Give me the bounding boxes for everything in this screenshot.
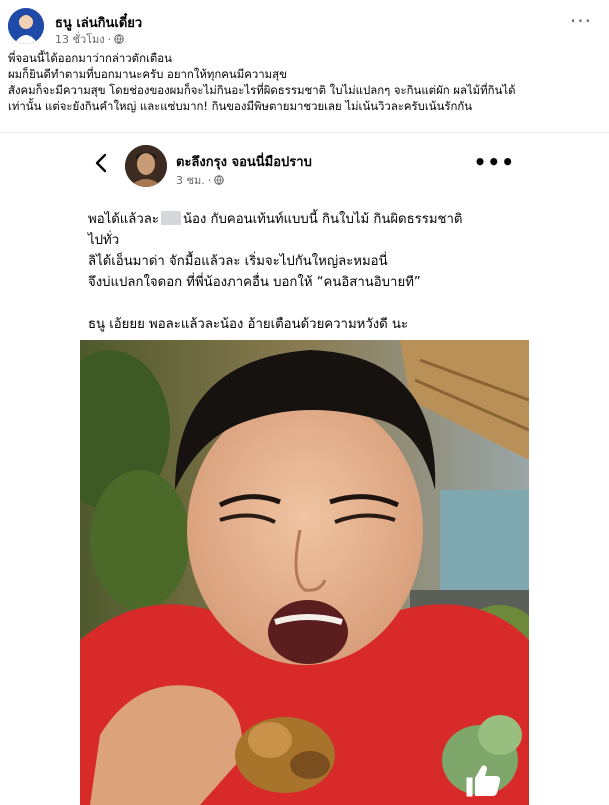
post-meta: 13 ชั่วโมง · — [55, 30, 124, 48]
caption-line: เท่านั้น แต่จะยังกินคำใหญ่ และแซ่บมาก! ก… — [8, 99, 473, 113]
shared-post-meta: 3 ชม. · — [176, 171, 225, 189]
post-time[interactable]: 13 ชั่วโมง — [55, 30, 105, 48]
back-arrow-icon[interactable] — [92, 153, 110, 173]
post-photo[interactable] — [80, 340, 529, 805]
avatar[interactable] — [8, 8, 44, 44]
redaction-block — [160, 211, 181, 225]
shared-post-time[interactable]: 3 ชม. — [176, 171, 205, 189]
shared-post-text: พอได้แล้วละ น้อง กับคอนเท้นท์แบบนี้ กินใบ… — [88, 209, 528, 335]
caption-line: ผมก็ยินดีทำตามที่บอกมานะครับ อยากให้ทุกค… — [8, 67, 287, 81]
more-options-icon[interactable]: ··· — [570, 11, 592, 31]
text-line: ธนู เอ้ยยย พอละแล้วละน้อง อ้ายเตือนด้วยค… — [88, 317, 409, 332]
thumbs-up-icon[interactable] — [462, 760, 506, 800]
outer-post-header: ธนู เล่นกินเดี๋ยว 13 ชั่วโมง · ··· — [8, 8, 598, 48]
globe-icon — [214, 175, 225, 185]
shared-author-name[interactable]: ตะลึงกรุง จอนนี่มือปราบ — [176, 151, 312, 172]
post-caption: พี่จอนนี้ได้ออกมาว่ากล่าวตักเตือน ผมก็ยิ… — [8, 50, 598, 114]
shared-post-screenshot: ตะลึงกรุง จอนนี่มือปราบ 3 ชม. · ••• พอได… — [0, 133, 609, 805]
text-line: จึงบ่แปลกใจดอก ที่พี่น้องภาคอื่น บอกให้ … — [88, 275, 421, 290]
more-options-icon[interactable]: ••• — [474, 152, 515, 172]
shared-author-avatar[interactable] — [125, 145, 167, 187]
text-line: ลิได้เอ็นมาด่า จักมื้อแล้วละ เริ่มจะไปกั… — [88, 254, 388, 269]
text-line: พอได้แล้วละ น้อง กับคอนเท้นท์แบบนี้ กินใบ… — [88, 211, 463, 227]
caption-line: สังคมก็จะมีความสุข โดยช่องของผมก็จะไม่กิ… — [8, 83, 516, 97]
text-line: ไปทั่ว — [88, 233, 120, 248]
globe-icon — [114, 34, 124, 44]
caption-line: พี่จอนนี้ได้ออกมาว่ากล่าวตักเตือน — [8, 51, 172, 65]
